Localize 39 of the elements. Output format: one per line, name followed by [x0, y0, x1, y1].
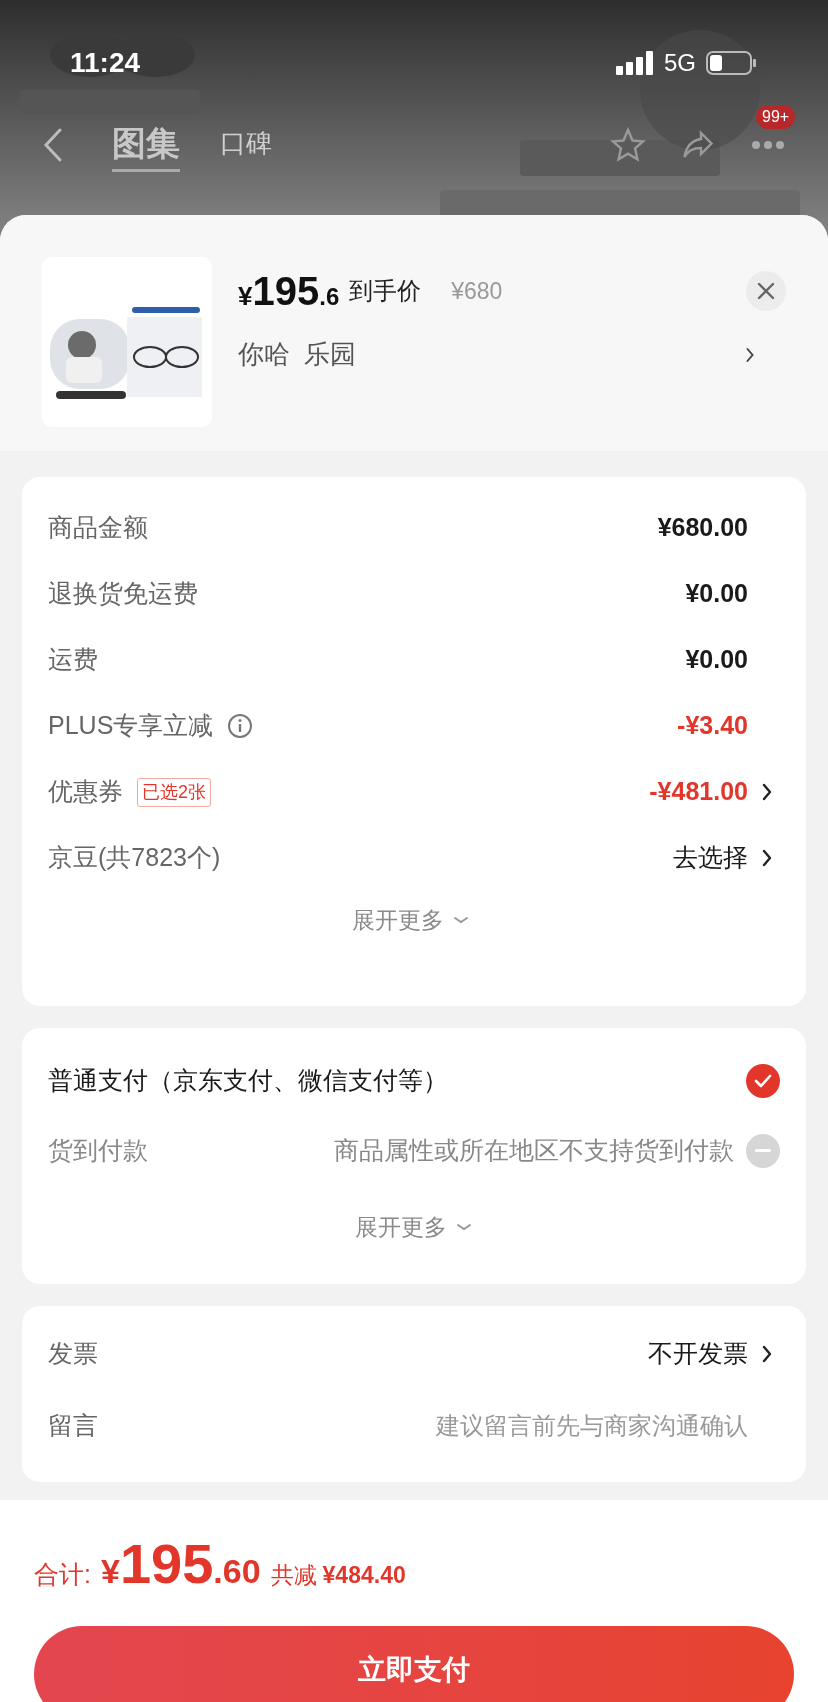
- row-label: 退换货免运费: [48, 578, 198, 610]
- row-value[interactable]: -¥481.00: [649, 773, 748, 811]
- close-icon: [757, 282, 775, 300]
- total-label: 合计:: [34, 1559, 91, 1590]
- close-button[interactable]: [746, 271, 786, 311]
- row-label: 留言: [48, 1410, 98, 1442]
- row-value: ¥0.00: [685, 578, 748, 610]
- row-label: 发票: [48, 1338, 98, 1370]
- chevron-right-icon: [760, 1344, 774, 1364]
- pay-button[interactable]: 立即支付: [34, 1626, 794, 1702]
- payment-option[interactable]: 普通支付（京东支付、微信支付等）: [48, 1061, 448, 1100]
- price-label: 到手价: [349, 276, 422, 306]
- spec-text: 你哈: [238, 338, 290, 371]
- row-label: PLUS专享立减: [48, 710, 214, 742]
- row-value[interactable]: 不开发票: [648, 1335, 748, 1373]
- checked-radio[interactable]: [746, 1063, 780, 1098]
- original-price: ¥680: [451, 276, 503, 306]
- chevron-right-icon: [760, 848, 774, 868]
- final-price: ¥195.6: [238, 268, 340, 315]
- saved-label: 共减: [270, 1561, 317, 1590]
- coupon-tag: 已选2张: [137, 777, 211, 807]
- message-field[interactable]: 建议留言前先与商家沟通确认: [328, 1408, 748, 1444]
- total-price: ¥195.60: [100, 1531, 261, 1597]
- expand-more-button[interactable]: 展开更多: [352, 903, 470, 938]
- row-label: 优惠券: [48, 776, 123, 808]
- row-value[interactable]: 去选择: [673, 839, 748, 877]
- check-icon: [754, 1073, 772, 1088]
- row-label: 京豆(共7823个): [48, 842, 221, 874]
- spec-text: 乐园: [304, 338, 356, 371]
- row-value: ¥680.00: [657, 512, 748, 544]
- row-value: -¥3.40: [677, 710, 748, 742]
- row-label: 运费: [48, 644, 98, 676]
- chevron-right-icon: [760, 782, 774, 802]
- info-icon[interactable]: [227, 713, 254, 739]
- expand-more-button[interactable]: 展开更多: [355, 1209, 473, 1244]
- payment-note: 商品属性或所在地区不支持货到付款: [334, 1134, 734, 1166]
- saved-amount: ¥484.40: [322, 1561, 406, 1590]
- row-label: 商品金额: [48, 512, 148, 544]
- row-value: ¥0.00: [685, 644, 748, 676]
